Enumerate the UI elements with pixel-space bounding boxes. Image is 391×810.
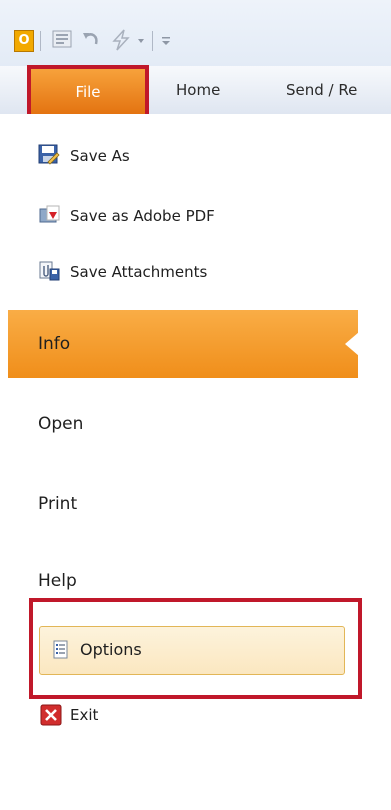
quick-steps-icon[interactable]: [108, 28, 134, 52]
nav-help[interactable]: Help: [38, 567, 77, 595]
adobe-pdf-icon: [38, 203, 60, 225]
more-commands-icon[interactable]: [160, 28, 172, 52]
tab-file[interactable]: File: [27, 65, 149, 119]
quick-access-toolbar: O: [0, 0, 391, 66]
exit-icon: [40, 704, 62, 726]
customize-dropdown-icon[interactable]: [136, 28, 146, 52]
toolbar-separator: [152, 31, 153, 51]
save-as-command[interactable]: Save As: [70, 144, 130, 168]
nav-info[interactable]: Info: [38, 330, 70, 358]
undo-icon[interactable]: [80, 28, 102, 52]
tab-home[interactable]: Home: [176, 66, 220, 114]
send-receive-icon[interactable]: [50, 28, 76, 52]
app-outlook-icon[interactable]: O: [14, 30, 34, 52]
selection-notch: [345, 332, 359, 356]
tab-send-receive[interactable]: Send / Re: [286, 66, 357, 114]
options-command[interactable]: Options: [80, 638, 142, 662]
toolbar-separator: [40, 31, 41, 51]
nav-open[interactable]: Open: [38, 410, 83, 438]
save-as-adobe-pdf-command[interactable]: Save as Adobe PDF: [70, 204, 215, 228]
options-icon: [50, 639, 72, 661]
exit-command[interactable]: Exit: [70, 703, 98, 727]
save-as-icon: [38, 144, 60, 166]
attachments-icon: [38, 260, 60, 282]
nav-print[interactable]: Print: [38, 490, 77, 518]
save-attachments-command[interactable]: Save Attachments: [70, 260, 207, 284]
